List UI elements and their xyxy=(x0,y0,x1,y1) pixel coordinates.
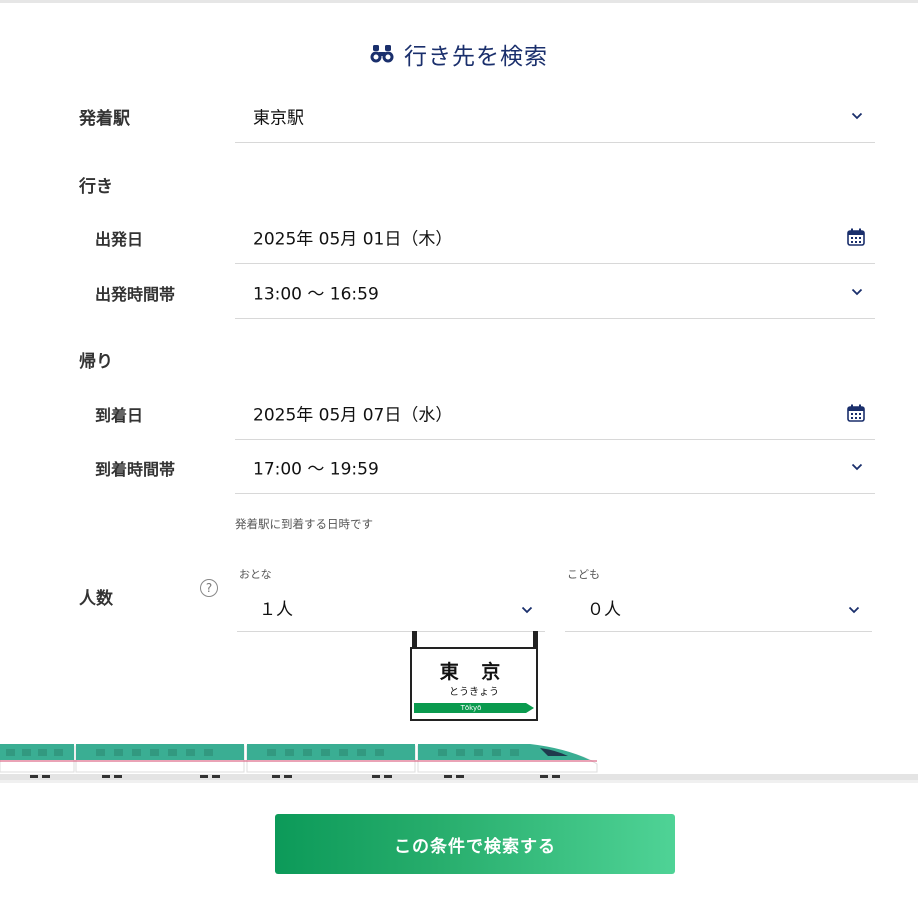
departure-time-select[interactable]: 13:00 〜 16:59 xyxy=(235,265,875,319)
arrival-time-label: 到着時間帯 xyxy=(95,460,176,479)
chevron-down-icon xyxy=(521,606,533,614)
arrival-date-value: 2025年 05月 07日（水） xyxy=(253,405,453,425)
departure-time-label: 出発時間帯 xyxy=(95,285,176,304)
departure-date-field[interactable]: 2025年 05月 01日（木） xyxy=(235,210,875,264)
adult-count-value: １人 xyxy=(259,600,293,620)
departure-time-value: 13:00 〜 16:59 xyxy=(253,284,379,304)
return-section-label: 帰り xyxy=(79,352,113,372)
arrival-note: 発着駅に到着する日時です xyxy=(235,517,373,531)
adult-count-select[interactable]: おとな １人 xyxy=(237,562,545,632)
passengers-label: 人数 xyxy=(79,589,113,609)
departure-station-value: 東京駅 xyxy=(253,108,304,128)
arrival-date-field[interactable]: 2025年 05月 07日（水） xyxy=(235,386,875,440)
chevron-down-icon xyxy=(851,463,863,470)
arrival-date-label: 到着日 xyxy=(95,406,144,425)
chevron-down-icon xyxy=(851,288,863,295)
shinkansen-train-illustration xyxy=(0,744,918,783)
station-sign-kana: とうきょう xyxy=(449,687,499,698)
chevron-down-icon xyxy=(848,606,860,614)
child-count-value: ０人 xyxy=(587,600,621,620)
page-title-text: 行き先を検索 xyxy=(404,44,548,70)
page-title: 行き先を検索 xyxy=(0,34,918,74)
calendar-icon[interactable] xyxy=(847,404,865,422)
binoculars-icon xyxy=(370,45,394,63)
arrival-time-value: 17:00 〜 19:59 xyxy=(253,459,379,479)
search-button[interactable]: この条件で検索する xyxy=(275,814,675,874)
chevron-down-icon xyxy=(851,112,863,119)
station-sign-romaji: Tōkyō xyxy=(460,704,482,712)
calendar-icon[interactable] xyxy=(847,228,865,246)
station-sign-kanji: 東 京 xyxy=(439,661,509,683)
child-caption: こども xyxy=(567,568,600,581)
child-count-select[interactable]: こども ０人 xyxy=(565,562,872,632)
departure-date-value: 2025年 05月 01日（木） xyxy=(253,229,453,249)
departure-date-label: 出発日 xyxy=(95,230,144,249)
station-sign: 東 京 とうきょう Tōkyō xyxy=(410,647,538,721)
adult-caption: おとな xyxy=(239,568,272,581)
departure-station-label: 発着駅 xyxy=(79,109,130,129)
top-border xyxy=(0,0,918,3)
outbound-section-label: 行き xyxy=(79,177,113,197)
help-icon[interactable]: ? xyxy=(200,579,218,597)
departure-station-select[interactable]: 東京駅 xyxy=(235,89,875,143)
arrival-time-select[interactable]: 17:00 〜 19:59 xyxy=(235,440,875,494)
